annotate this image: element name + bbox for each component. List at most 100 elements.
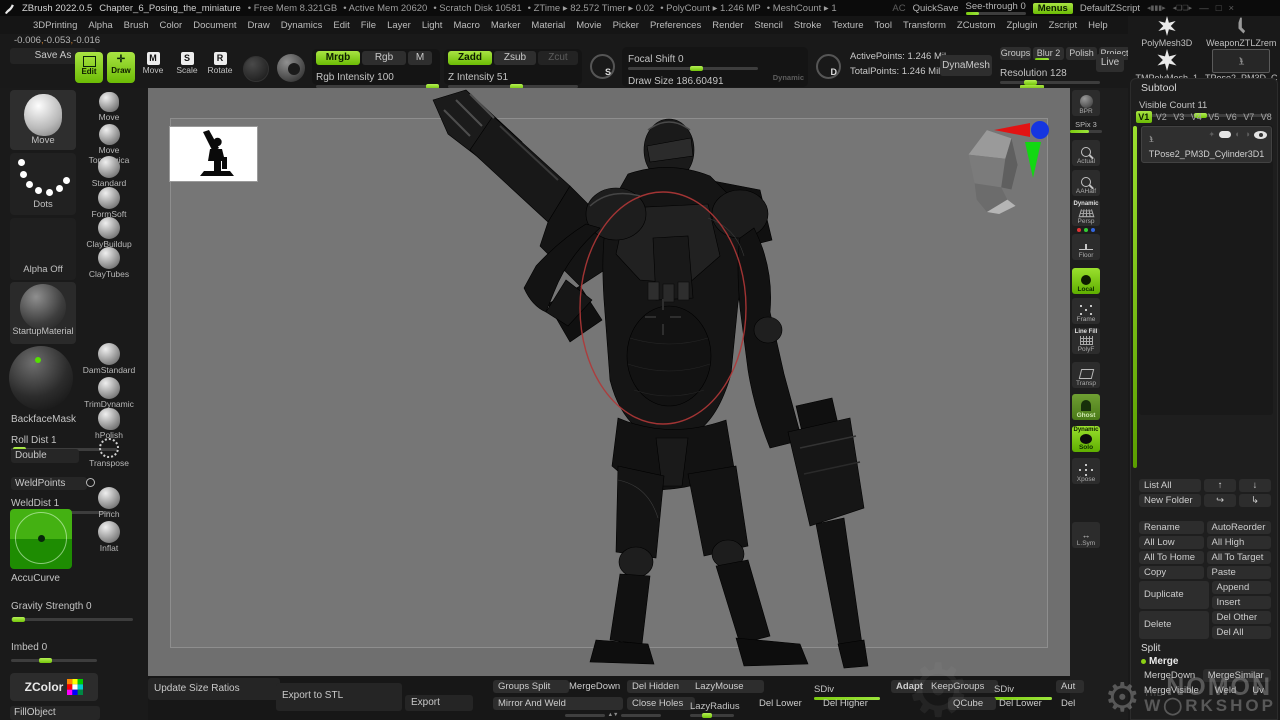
stroke-d-icon[interactable]: D bbox=[816, 54, 841, 79]
subtool-tab[interactable]: V8 bbox=[1259, 111, 1275, 123]
export-button[interactable]: Export bbox=[405, 695, 473, 711]
mergevisible-button[interactable]: MergeVisible bbox=[1139, 684, 1204, 697]
canvas-viewport[interactable] bbox=[148, 88, 1070, 676]
menu-item[interactable]: Preferences bbox=[650, 20, 701, 31]
lsym-button[interactable]: ↔ L.Sym bbox=[1072, 522, 1100, 548]
subtool-tab[interactable]: V7 bbox=[1241, 111, 1257, 123]
menu-item[interactable]: Zplugin bbox=[1006, 20, 1037, 31]
texture-swatch[interactable] bbox=[243, 56, 269, 82]
duplicate-button[interactable]: Duplicate bbox=[1139, 581, 1209, 609]
material-swatch[interactable] bbox=[277, 54, 305, 82]
split-section[interactable]: Split bbox=[1139, 641, 1271, 655]
transp-button[interactable]: Transp bbox=[1072, 362, 1100, 388]
menu-item[interactable]: Marker bbox=[491, 20, 521, 31]
uv-button[interactable]: Uv bbox=[1247, 684, 1269, 697]
groups-split-button[interactable]: Groups Split bbox=[493, 680, 569, 693]
half2-toggle-icon[interactable]: ◑ bbox=[1245, 130, 1250, 139]
menu-item[interactable]: Zscript bbox=[1049, 20, 1078, 31]
half-toggle-icon[interactable]: ◐ bbox=[1235, 130, 1240, 139]
menu-item[interactable]: Draw bbox=[248, 20, 270, 31]
accucurve-widget[interactable] bbox=[10, 509, 72, 569]
all-to-home-button[interactable]: All To Home bbox=[1139, 551, 1204, 564]
dynamic-label[interactable]: Dynamic bbox=[773, 73, 804, 82]
mergedown-button[interactable]: MergeDown bbox=[1139, 669, 1200, 682]
move-button[interactable]: M Move bbox=[140, 52, 166, 75]
menu-item[interactable]: ZCustom bbox=[957, 20, 996, 31]
draw-button[interactable]: ✛ Draw bbox=[107, 52, 135, 83]
rotate-button[interactable]: R Rotate bbox=[206, 52, 234, 75]
brush-hpolish[interactable]: hPolish bbox=[80, 408, 138, 440]
eye-icon[interactable] bbox=[1254, 131, 1267, 139]
folder-subarrow-button[interactable]: ↳ bbox=[1239, 494, 1271, 507]
zcut-button[interactable]: Zcut bbox=[538, 51, 578, 65]
rename-button[interactable]: Rename bbox=[1139, 521, 1204, 534]
menu-item[interactable]: Document bbox=[193, 20, 236, 31]
minimize-button[interactable]: — bbox=[1199, 3, 1209, 14]
menu-item[interactable]: Stroke bbox=[794, 20, 821, 31]
brush-pinch[interactable]: Pinch bbox=[80, 487, 138, 519]
del-hidden-button[interactable]: Del Hidden bbox=[627, 680, 695, 693]
move-down-button[interactable]: ↓ bbox=[1239, 479, 1271, 492]
stroke-s-icon[interactable]: S bbox=[590, 54, 615, 79]
subtool-tab[interactable]: V3 bbox=[1171, 111, 1187, 123]
backface-mask-button[interactable]: BackfaceMask bbox=[11, 414, 76, 425]
menu-item[interactable]: Light bbox=[422, 20, 443, 31]
imbed-slider[interactable]: Imbed 0 bbox=[11, 637, 97, 662]
merge-section[interactable]: Merge bbox=[1139, 655, 1271, 669]
new-folder-button[interactable]: New Folder bbox=[1139, 494, 1201, 507]
double-button[interactable]: Double bbox=[11, 449, 79, 463]
subtool-tab[interactable]: V5 bbox=[1206, 111, 1222, 123]
menu-item[interactable]: Macro bbox=[453, 20, 479, 31]
insert-button[interactable]: Insert bbox=[1212, 596, 1272, 609]
quicksave-button[interactable]: QuickSave bbox=[913, 3, 959, 14]
brush-inflat[interactable]: Inflat bbox=[80, 521, 138, 553]
zcolor-button[interactable]: ZColor bbox=[10, 673, 98, 701]
subtool-tab[interactable]: V1 bbox=[1136, 111, 1152, 123]
focal-shift-slider[interactable]: Focal Shift 0 bbox=[628, 49, 802, 70]
del-all-button[interactable]: Del All bbox=[1212, 626, 1272, 639]
polypaint-toggle-icon[interactable] bbox=[1219, 131, 1231, 138]
mergedown-bottom-button[interactable]: MergeDown bbox=[564, 680, 632, 693]
subtool-tab[interactable]: V2 bbox=[1154, 111, 1170, 123]
lazymouse-button[interactable]: LazyMouse bbox=[690, 680, 764, 693]
z-intensity-slider[interactable]: Z Intensity 51 bbox=[448, 67, 578, 88]
mergesimilar-button[interactable]: MergeSimilar bbox=[1203, 669, 1271, 682]
restore-button[interactable]: □ bbox=[1216, 3, 1222, 14]
lazyradius-slider[interactable]: LazyRadius bbox=[690, 696, 742, 717]
all-to-target-button[interactable]: All To Target bbox=[1207, 551, 1272, 564]
seethrough-slider[interactable]: See-through 0 bbox=[966, 1, 1026, 15]
tool-polymesh3d[interactable]: PolyMesh3D bbox=[1130, 16, 1204, 48]
menu-item[interactable]: File bbox=[361, 20, 376, 31]
subtool-tab[interactable]: V4 bbox=[1189, 111, 1205, 123]
subtool-scrollbar[interactable] bbox=[1133, 126, 1137, 468]
scale-button[interactable]: S Scale bbox=[174, 52, 200, 75]
m-button[interactable]: M bbox=[408, 51, 432, 65]
actual-button[interactable]: Actual bbox=[1072, 140, 1100, 166]
move-up-button[interactable]: ↑ bbox=[1204, 479, 1236, 492]
solo-button[interactable]: Dynamic Solo bbox=[1072, 426, 1100, 452]
keepgroups-button[interactable]: KeepGroups bbox=[926, 680, 998, 693]
brush-move-small[interactable]: Move bbox=[80, 92, 138, 122]
del-other-button[interactable]: Del Other bbox=[1212, 611, 1272, 624]
color-picker-sphere[interactable] bbox=[9, 346, 73, 410]
brush-trimdynamic[interactable]: TrimDynamic bbox=[80, 377, 138, 409]
menu-item[interactable]: Render bbox=[712, 20, 743, 31]
autoreorder-button[interactable]: AutoReorder bbox=[1207, 521, 1272, 534]
close-holes-button[interactable]: Close Holes bbox=[627, 697, 695, 710]
rgb-intensity-slider[interactable]: Rgb Intensity 100 bbox=[316, 67, 436, 88]
delete-button[interactable]: Delete bbox=[1139, 611, 1209, 639]
stroke-dots[interactable]: Dots bbox=[10, 153, 76, 215]
all-high-button[interactable]: All High bbox=[1207, 536, 1272, 549]
folder-arrow-button[interactable]: ↪ bbox=[1204, 494, 1236, 507]
tool-weapon[interactable]: WeaponZTLZrem bbox=[1205, 16, 1279, 48]
subtool-tab[interactable]: V6 bbox=[1224, 111, 1240, 123]
weldpoints-button[interactable]: WeldPoints bbox=[11, 477, 87, 490]
menu-item[interactable]: Texture bbox=[832, 20, 863, 31]
brush-toggle-icon[interactable]: ✦ bbox=[1208, 130, 1215, 139]
menu-item[interactable]: Help bbox=[1088, 20, 1108, 31]
aut-button[interactable]: Aut bbox=[1056, 680, 1084, 693]
polish-button[interactable]: Polish bbox=[1066, 47, 1097, 60]
brush-formsoft[interactable]: FormSoft bbox=[80, 187, 138, 219]
alpha-off[interactable]: Alpha Off bbox=[10, 218, 76, 280]
default-zscript-button[interactable]: DefaultZScript bbox=[1080, 3, 1140, 14]
